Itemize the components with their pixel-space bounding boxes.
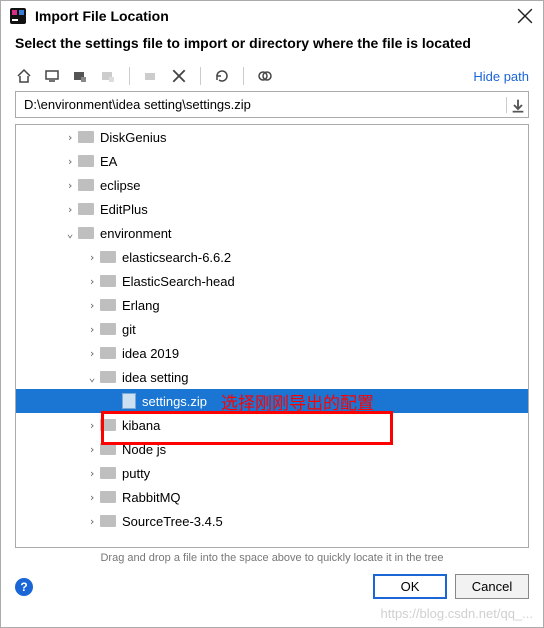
footer: ? OK Cancel xyxy=(1,574,543,611)
desktop-icon[interactable] xyxy=(43,67,61,85)
tree-row[interactable]: › ElasticSearch-head xyxy=(16,269,528,293)
tree-row[interactable]: › git xyxy=(16,317,528,341)
ok-button[interactable]: OK xyxy=(373,574,447,599)
tree-item-label: kibana xyxy=(122,418,160,433)
drag-hint: Drag and drop a file into the space abov… xyxy=(1,548,543,574)
folder-icon xyxy=(100,323,116,335)
folder-icon xyxy=(78,155,94,167)
folder-icon xyxy=(78,227,94,239)
folder-icon xyxy=(78,203,94,215)
delete-icon[interactable] xyxy=(170,67,188,85)
tree-item-label: EA xyxy=(100,154,117,169)
folder-icon xyxy=(100,515,116,527)
expand-icon[interactable]: › xyxy=(86,299,98,312)
folder-icon xyxy=(100,371,116,383)
tree-row[interactable]: › DiskGenius xyxy=(16,125,528,149)
tree-item-label: DiskGenius xyxy=(100,130,166,145)
close-button[interactable] xyxy=(517,8,533,24)
tree-item-label: Erlang xyxy=(122,298,160,313)
subtitle: Select the settings file to import or di… xyxy=(1,31,543,63)
file-icon xyxy=(122,393,136,409)
tree-item-label: RabbitMQ xyxy=(122,490,181,505)
folder-icon xyxy=(100,491,116,503)
separator xyxy=(129,67,130,85)
tree-item-label: idea 2019 xyxy=(122,346,179,361)
tree-row[interactable]: › eclipse xyxy=(16,173,528,197)
separator xyxy=(200,67,201,85)
file-tree: › DiskGenius › EA › eclipse › EditPlus ⌄ environm… xyxy=(15,124,529,548)
tree-row[interactable]: settings.zip xyxy=(16,389,528,413)
tree-item-label: environment xyxy=(100,226,172,241)
expand-icon[interactable]: › xyxy=(86,251,98,264)
path-row xyxy=(15,91,529,118)
expand-icon[interactable]: › xyxy=(64,155,76,168)
tree-row[interactable]: › Node js xyxy=(16,437,528,461)
tree-row[interactable]: › RabbitMQ xyxy=(16,485,528,509)
expand-icon[interactable]: › xyxy=(86,443,98,456)
expand-icon[interactable]: › xyxy=(86,323,98,336)
cancel-button[interactable]: Cancel xyxy=(455,574,529,599)
tree-row[interactable]: › Erlang xyxy=(16,293,528,317)
separator xyxy=(243,67,244,85)
home-icon[interactable] xyxy=(15,67,33,85)
collapse-icon[interactable]: ⌄ xyxy=(64,227,76,240)
tree-row[interactable]: › elasticsearch-6.6.2 xyxy=(16,245,528,269)
folder-icon xyxy=(78,131,94,143)
hide-path-link[interactable]: Hide path xyxy=(473,69,529,84)
expand-icon[interactable]: › xyxy=(86,275,98,288)
tree-item-label: EditPlus xyxy=(100,202,148,217)
history-dropdown-icon[interactable] xyxy=(506,97,528,113)
tree-item-label: eclipse xyxy=(100,178,140,193)
tree-item-label: idea setting xyxy=(122,370,189,385)
folder-icon xyxy=(100,299,116,311)
file-tree-scroll[interactable]: › DiskGenius › EA › eclipse › EditPlus ⌄ environm… xyxy=(16,125,528,547)
expand-icon[interactable]: › xyxy=(86,515,98,528)
refresh-icon[interactable] xyxy=(213,67,231,85)
tree-row[interactable]: › idea 2019 xyxy=(16,341,528,365)
tree-row[interactable]: ⌄ idea setting xyxy=(16,365,528,389)
folder-icon xyxy=(78,179,94,191)
expand-icon[interactable]: › xyxy=(64,179,76,192)
expand-icon[interactable]: › xyxy=(64,203,76,216)
folder-icon xyxy=(100,347,116,359)
folder-icon xyxy=(100,275,116,287)
tree-row[interactable]: ⌄ environment xyxy=(16,221,528,245)
expand-icon[interactable]: › xyxy=(86,467,98,480)
expand-icon[interactable]: › xyxy=(86,347,98,360)
project-icon[interactable] xyxy=(71,67,89,85)
collapse-icon[interactable]: ⌄ xyxy=(86,371,98,384)
tree-item-label: git xyxy=(122,322,136,337)
toolbar: Hide path xyxy=(1,63,543,91)
folder-icon xyxy=(100,467,116,479)
app-logo-icon xyxy=(9,7,27,25)
tree-row[interactable]: › SourceTree-3.4.5 xyxy=(16,509,528,533)
titlebar: Import File Location xyxy=(1,1,543,31)
help-icon[interactable]: ? xyxy=(15,578,33,596)
tree-item-label: Node js xyxy=(122,442,166,457)
new-folder-icon[interactable] xyxy=(142,67,160,85)
folder-icon xyxy=(100,419,116,431)
tree-item-label: elasticsearch-6.6.2 xyxy=(122,250,231,265)
show-hidden-icon[interactable] xyxy=(256,67,274,85)
folder-icon xyxy=(100,443,116,455)
module-icon[interactable] xyxy=(99,67,117,85)
window-title: Import File Location xyxy=(35,8,517,24)
expand-icon[interactable]: › xyxy=(64,131,76,144)
tree-row[interactable]: › EditPlus xyxy=(16,197,528,221)
tree-item-label: putty xyxy=(122,466,150,481)
tree-item-label: ElasticSearch-head xyxy=(122,274,235,289)
tree-row[interactable]: › putty xyxy=(16,461,528,485)
expand-icon[interactable]: › xyxy=(86,419,98,432)
path-input[interactable] xyxy=(16,92,506,117)
tree-item-label: settings.zip xyxy=(142,394,207,409)
tree-row[interactable]: › kibana xyxy=(16,413,528,437)
tree-row[interactable]: › EA xyxy=(16,149,528,173)
tree-item-label: SourceTree-3.4.5 xyxy=(122,514,223,529)
folder-icon xyxy=(100,251,116,263)
expand-icon[interactable]: › xyxy=(86,491,98,504)
